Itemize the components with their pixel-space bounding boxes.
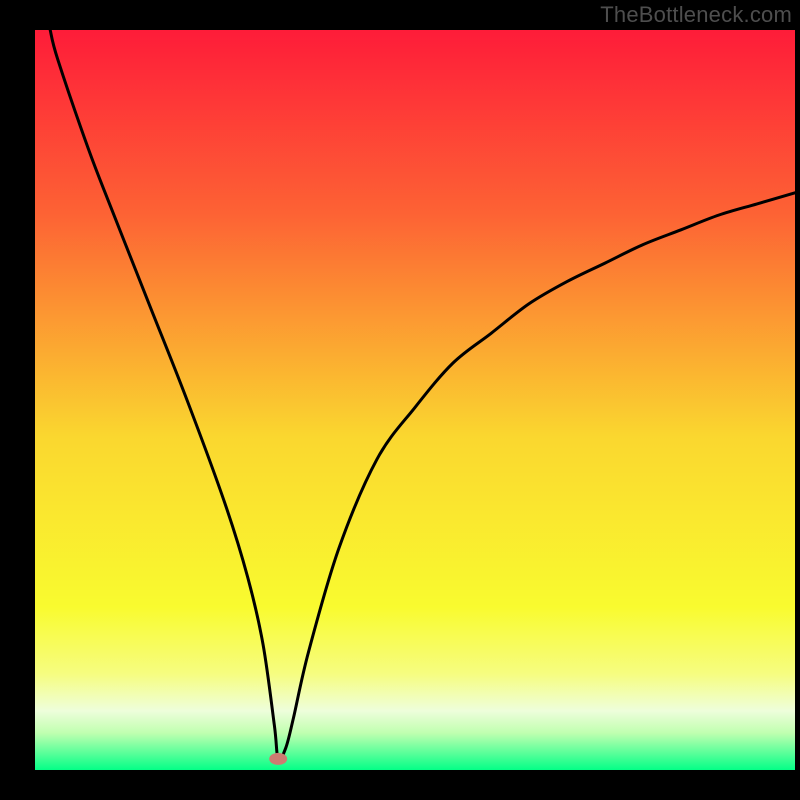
chart-svg	[0, 0, 800, 800]
minimum-marker	[269, 753, 287, 765]
plot-background	[35, 30, 795, 770]
chart-frame: TheBottleneck.com	[0, 0, 800, 800]
watermark-text: TheBottleneck.com	[600, 2, 792, 28]
